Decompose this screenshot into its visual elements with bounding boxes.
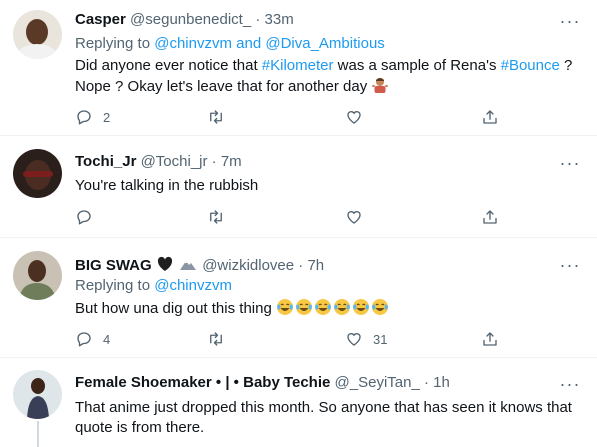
tweet-casper[interactable]: Casper @segunbenedict_ · 33m ··· Replyin… (0, 0, 597, 136)
avatar-image (13, 149, 62, 198)
share-icon (483, 332, 497, 346)
like-count: 31 (373, 331, 388, 347)
tweet-text: But how una dig out this thing (75, 298, 580, 319)
retweet-button[interactable] (207, 107, 225, 127)
more-icon[interactable]: ··· (559, 12, 581, 34)
share-icon (483, 110, 497, 124)
separator: · (255, 11, 261, 28)
like-icon (347, 111, 361, 124)
reply-mention-link[interactable]: @chinvzvm (154, 35, 232, 52)
timestamp[interactable]: 33m (265, 11, 294, 28)
tweet-tochi[interactable]: Tochi_Jr @Tochi_jr · 7m ··· You're talki… (0, 136, 597, 238)
like-button[interactable] (345, 107, 363, 127)
reply-button[interactable] (75, 207, 93, 227)
replying-to: Replying to @chinvzvm and @Diva_Ambitiou… (75, 34, 385, 54)
avatar-image (13, 251, 62, 300)
like-icon (347, 333, 361, 346)
face-with-tears-of-joy-emoji (314, 298, 332, 316)
reply-icon (77, 110, 91, 125)
text-part: Did anyone ever notice that (75, 57, 262, 74)
author-handle[interactable]: @Tochi_jr (141, 153, 208, 170)
reply-mention-link[interactable]: @chinvzvm (154, 277, 232, 294)
author-name[interactable]: BIG SWAG (75, 257, 152, 274)
replying-to: Replying to @chinvzvm (75, 276, 232, 296)
tweet-female-shoemaker[interactable]: Female Shoemaker • | • Baby Techie @_Sey… (0, 358, 597, 447)
retweet-icon (210, 210, 222, 224)
face-with-tears-of-joy-emoji (333, 298, 351, 316)
thread-line (37, 421, 39, 447)
author-name[interactable]: Tochi_Jr (75, 153, 136, 170)
reply-button[interactable]: 2 (75, 107, 110, 127)
like-button[interactable]: 31 (345, 329, 387, 349)
face-with-tears-of-joy-emoji (295, 298, 313, 316)
tweet-text: That anime just dropped this month. So a… (75, 399, 572, 436)
face-with-tears-of-joy-emoji (352, 298, 370, 316)
timestamp[interactable]: 7h (307, 257, 324, 274)
reply-button[interactable]: 4 (75, 329, 110, 349)
more-icon[interactable]: ··· (559, 154, 581, 176)
reply-count: 2 (103, 109, 111, 125)
author-handle[interactable]: @segunbenedict_ (130, 11, 251, 28)
separator: · (423, 374, 429, 391)
author-handle[interactable]: @wizkidlovee (202, 257, 294, 274)
retweet-button[interactable] (207, 329, 225, 349)
tweet-text: Did anyone ever notice that #Kilometer w… (75, 56, 580, 97)
author-name[interactable]: Casper (75, 11, 126, 28)
face-with-tears-of-joy-emoji (276, 298, 294, 316)
tweet-big-swag[interactable]: BIG SWAG @wizkidlovee · 7h ··· Replying … (0, 238, 597, 358)
reply-mention-link[interactable]: @Diva_Ambitious (265, 35, 384, 52)
hashtag-link[interactable]: #Kilometer (262, 57, 334, 74)
face-with-tears-of-joy-emoji (371, 298, 389, 316)
reply-and-text: and (236, 35, 262, 52)
avatar-image (13, 10, 62, 59)
reply-icon (77, 332, 91, 347)
like-button[interactable] (345, 207, 363, 227)
share-button[interactable] (481, 107, 499, 127)
avatar-image (13, 370, 62, 419)
avatar[interactable] (13, 370, 62, 419)
share-icon (483, 210, 497, 224)
more-icon[interactable]: ··· (559, 256, 581, 278)
avatar[interactable] (13, 10, 62, 59)
separator: · (211, 153, 217, 170)
tweet-text: You're talking in the rubbish (75, 177, 259, 194)
reply-icon (77, 210, 91, 225)
share-button[interactable] (481, 329, 499, 349)
share-button[interactable] (481, 207, 499, 227)
reply-count: 4 (103, 331, 111, 347)
avatar[interactable] (13, 149, 62, 198)
avatar[interactable] (13, 251, 62, 300)
like-icon (347, 211, 361, 224)
retweet-icon (210, 332, 222, 346)
timestamp[interactable]: 7m (221, 153, 242, 170)
black-heart-icon (156, 255, 174, 273)
text-part: But how una dig out this thing (75, 300, 272, 317)
separator: · (298, 257, 304, 274)
hashtag-link[interactable]: #Bounce (501, 57, 560, 74)
timestamp[interactable]: 1h (433, 374, 450, 391)
text-part: Nope ? Okay let's leave that for another… (75, 78, 368, 95)
text-part: ? (559, 57, 573, 74)
person-shrugging-emoji (371, 76, 389, 94)
retweet-button[interactable] (207, 207, 225, 227)
mountain-icon (179, 255, 197, 273)
retweet-icon (210, 110, 222, 124)
replying-prefix: Replying to (75, 277, 151, 294)
emoji-group (276, 298, 390, 317)
author-handle[interactable]: @_SeyiTan_ (335, 374, 420, 391)
more-icon[interactable]: ··· (559, 375, 581, 397)
author-name[interactable]: Female Shoemaker • | • Baby Techie (75, 374, 330, 391)
text-part: was a sample of Rena's (333, 57, 501, 74)
replying-prefix: Replying to (75, 35, 151, 52)
